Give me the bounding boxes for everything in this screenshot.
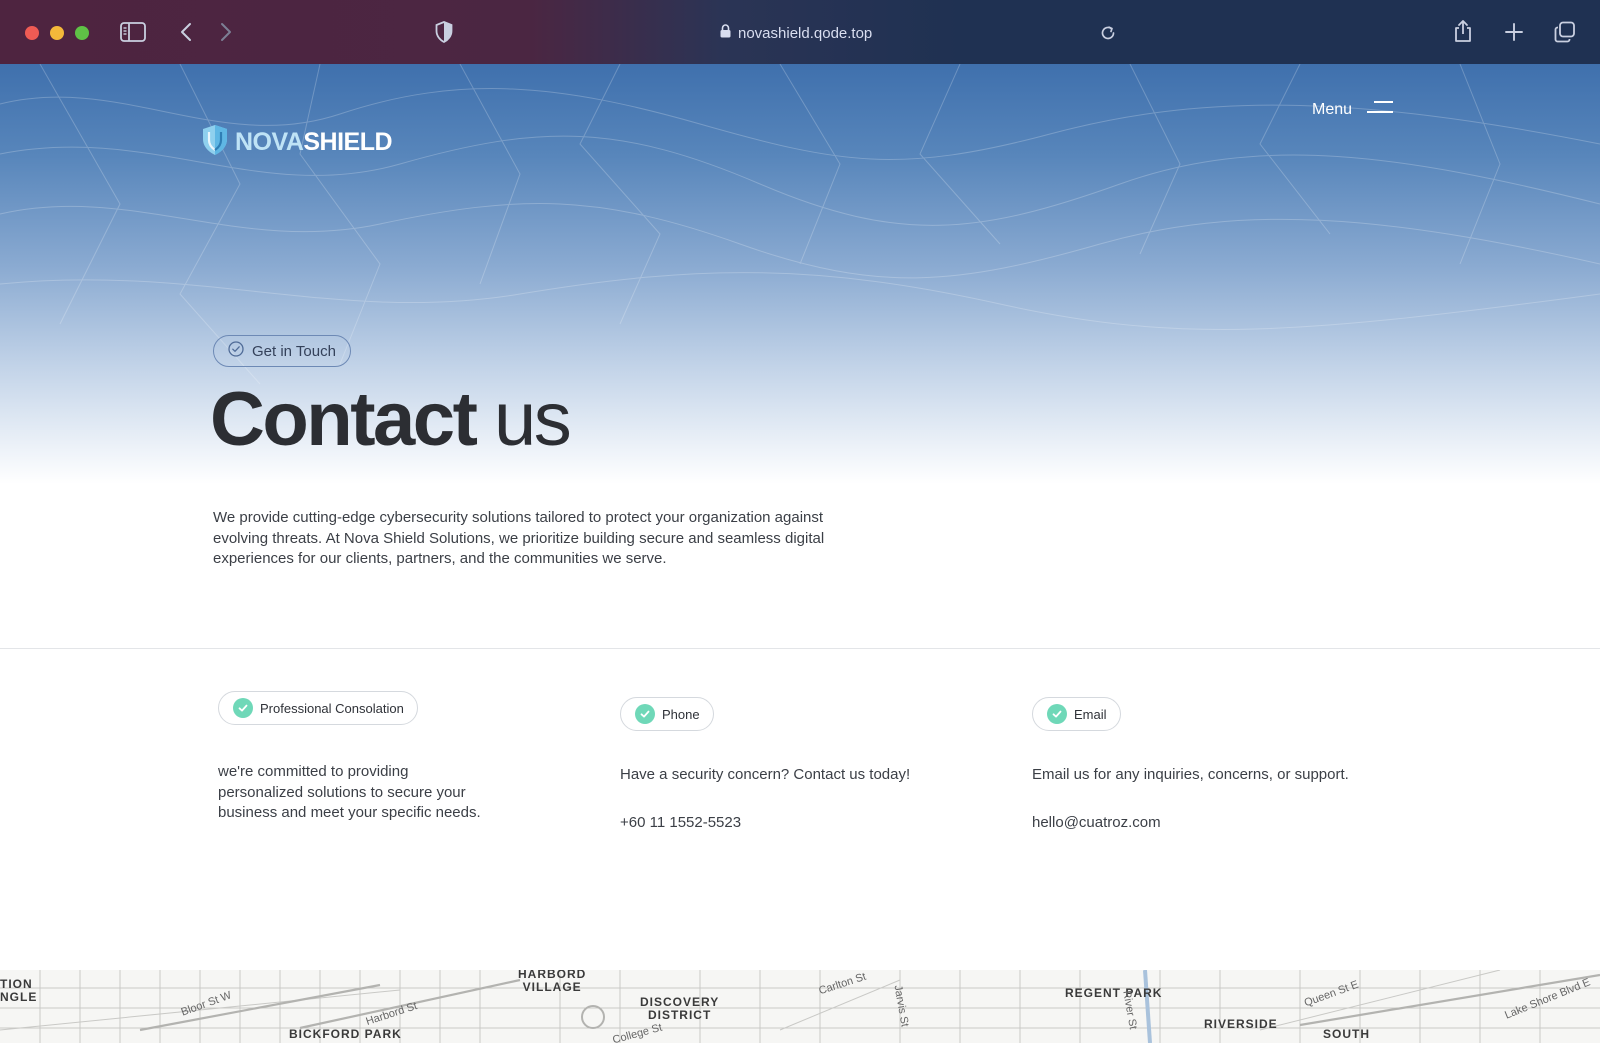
close-window-button[interactable] xyxy=(25,26,39,40)
minimize-window-button[interactable] xyxy=(50,26,64,40)
consultation-label: Professional Consolation xyxy=(260,700,404,716)
consultation-badge: Professional Consolation xyxy=(218,691,418,725)
check-icon xyxy=(635,704,655,724)
reload-icon[interactable] xyxy=(1098,22,1118,44)
browser-toolbar: novashield.qode.top xyxy=(0,0,1600,64)
check-circle-icon xyxy=(228,341,244,361)
map-label-harbord-village: HARBORD VILLAGE xyxy=(518,970,587,994)
consultation-text: we're committed to providing personalize… xyxy=(218,763,481,821)
map-label-south: SOUTH xyxy=(1323,1027,1370,1041)
hero-description: We provide cutting-edge cybersecurity so… xyxy=(213,509,825,567)
section-divider xyxy=(0,648,1600,649)
map-label-bickford-park: BICKFORD PARK xyxy=(289,1027,402,1041)
forward-arrow-icon[interactable] xyxy=(216,20,236,44)
phone-text: Have a security concern? Contact us toda… xyxy=(620,766,911,783)
privacy-shield-icon[interactable] xyxy=(433,20,455,44)
location-map[interactable]: TION NGLE HARBORD VILLAGE DISCOVERY DIST… xyxy=(0,970,1600,1043)
email-address-link[interactable]: hello@cuatroz.com xyxy=(1032,813,1432,834)
back-arrow-icon[interactable] xyxy=(176,20,196,44)
address-bar[interactable]: novashield.qode.top xyxy=(720,22,872,44)
tab-overview-icon[interactable] xyxy=(1553,20,1577,44)
menu-label: Menu xyxy=(1312,100,1353,118)
email-text: Email us for any inquiries, concerns, or… xyxy=(1032,766,1349,783)
email-column: Email Email us for any inquiries, concer… xyxy=(1032,697,1432,833)
phone-label: Phone xyxy=(662,706,700,722)
map-label-discovery-district: DISCOVERY DISTRICT xyxy=(640,995,720,1022)
lock-icon xyxy=(720,24,731,42)
logo-wordmark: NOVASHIELD xyxy=(235,128,393,156)
badge-label: Get in Touch xyxy=(252,342,336,360)
hero-section: NOVASHIELD Menu Get in Touch Contact us xyxy=(0,64,1600,484)
email-label: Email xyxy=(1074,706,1107,722)
consultation-column: Professional Consolation we're committed… xyxy=(218,691,488,824)
get-in-touch-badge: Get in Touch xyxy=(213,335,351,367)
check-icon xyxy=(1047,704,1067,724)
check-icon xyxy=(233,698,253,718)
map-label-triangle: TION NGLE xyxy=(0,977,38,1004)
email-badge: Email xyxy=(1032,697,1121,731)
shield-logo-icon xyxy=(201,124,229,161)
phone-column: Phone Have a security concern? Contact u… xyxy=(620,697,980,833)
novashield-logo[interactable]: NOVASHIELD xyxy=(201,124,393,161)
share-icon[interactable] xyxy=(1452,18,1474,44)
hamburger-icon xyxy=(1366,100,1394,119)
new-tab-icon[interactable] xyxy=(1503,20,1525,44)
phone-number-link[interactable]: +60 11 1552-5523 xyxy=(620,813,980,834)
menu-button[interactable]: Menu xyxy=(1312,100,1394,119)
url-text: novashield.qode.top xyxy=(738,24,873,42)
phone-badge: Phone xyxy=(620,697,714,731)
sidebar-toggle-icon[interactable] xyxy=(120,20,146,44)
page-title: Contact us xyxy=(210,377,572,462)
map-label-regent-park: REGENT PARK xyxy=(1065,986,1163,1000)
map-label-riverside: RIVERSIDE xyxy=(1204,1017,1278,1031)
maximize-window-button[interactable] xyxy=(75,26,89,40)
